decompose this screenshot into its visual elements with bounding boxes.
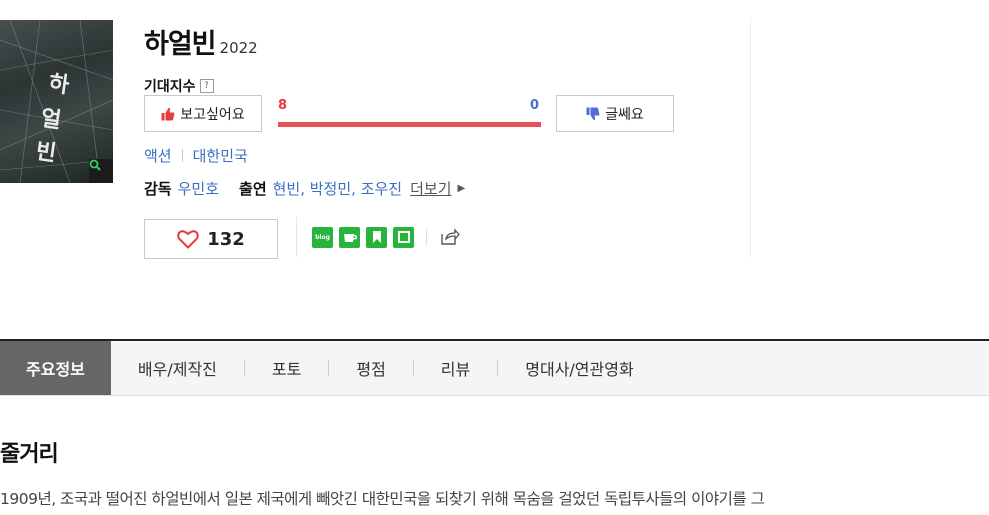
share-icon[interactable] — [439, 227, 460, 248]
blog-icon[interactable]: blog — [312, 226, 333, 248]
want-to-see-button[interactable]: 보고싶어요 — [144, 95, 262, 132]
movie-poster[interactable]: 하 얼 빈 — [0, 20, 113, 183]
director-label: 감독 — [144, 180, 172, 198]
divider — [750, 18, 751, 258]
synopsis-text: 1909년, 조국과 떨어진 하얼빈에서 일본 제국에게 빼앗긴 대한민국을 되… — [0, 490, 765, 508]
like-button[interactable]: 132 — [144, 219, 278, 259]
tab-cast-crew[interactable]: 배우/제작진 — [111, 341, 244, 395]
svg-text:얼: 얼 — [39, 105, 63, 134]
expect-index: 기대지수 ? — [144, 76, 214, 96]
bookmark-icon[interactable] — [366, 226, 387, 248]
svg-text:하: 하 — [47, 70, 71, 99]
expect-ratio-fill — [278, 122, 541, 127]
expect-label: 기대지수 — [144, 79, 196, 95]
tab-photo[interactable]: 포토 — [245, 341, 328, 395]
genre-link[interactable]: 액션 — [144, 145, 172, 166]
share-bar: blog — [296, 217, 460, 257]
expect-ratio-bar — [278, 122, 541, 127]
more-link[interactable]: 더보기 — [410, 178, 451, 199]
synopsis-title: 줄거리 — [0, 442, 59, 467]
cafe-icon[interactable] — [339, 226, 360, 248]
meh-button[interactable]: 글쎄요 — [556, 95, 674, 132]
country-link[interactable]: 대한민국 — [193, 145, 248, 166]
tab-quotes-related[interactable]: 명대사/연관영화 — [498, 341, 660, 395]
cast-links[interactable]: 현빈, 박정민, 조우진 — [273, 178, 402, 199]
tab-rating[interactable]: 평점 — [329, 341, 412, 395]
tab-main-info[interactable]: 주요정보 — [0, 341, 111, 395]
blog-text: blog — [315, 233, 330, 241]
movie-year: 2022 — [219, 39, 258, 57]
zoom-icon[interactable] — [89, 159, 113, 183]
movie-title: 하얼빈 — [144, 29, 217, 60]
chevron-right-icon: ▶ — [457, 183, 466, 194]
title-row: 하얼빈 2022 — [144, 22, 258, 61]
help-icon[interactable]: ? — [199, 79, 214, 93]
tab-review[interactable]: 리뷰 — [414, 341, 497, 395]
svg-text:빈: 빈 — [34, 138, 58, 167]
heart-icon — [177, 230, 199, 249]
like-count: 132 — [207, 228, 245, 250]
meh-count: 0 — [530, 98, 540, 113]
divider — [426, 229, 427, 245]
thumbs-up-icon — [161, 107, 175, 120]
cast-label: 출연 — [239, 180, 267, 198]
divider — [181, 149, 183, 162]
meh-label: 글쎄요 — [605, 106, 644, 123]
director-link[interactable]: 우민호 — [178, 178, 219, 199]
want-count: 8 — [278, 98, 288, 113]
thumbs-down-icon — [586, 107, 600, 120]
tab-bar: 주요정보 배우/제작진 포토 평점 리뷰 명대사/연관영화 — [0, 339, 989, 396]
genre-row: 액션 대한민국 — [144, 145, 248, 166]
band-icon[interactable] — [393, 226, 414, 248]
want-label: 보고싶어요 — [180, 106, 245, 123]
credit-row: 감독 우민호 출연 현빈, 박정민, 조우진 더보기 ▶ — [144, 178, 465, 199]
